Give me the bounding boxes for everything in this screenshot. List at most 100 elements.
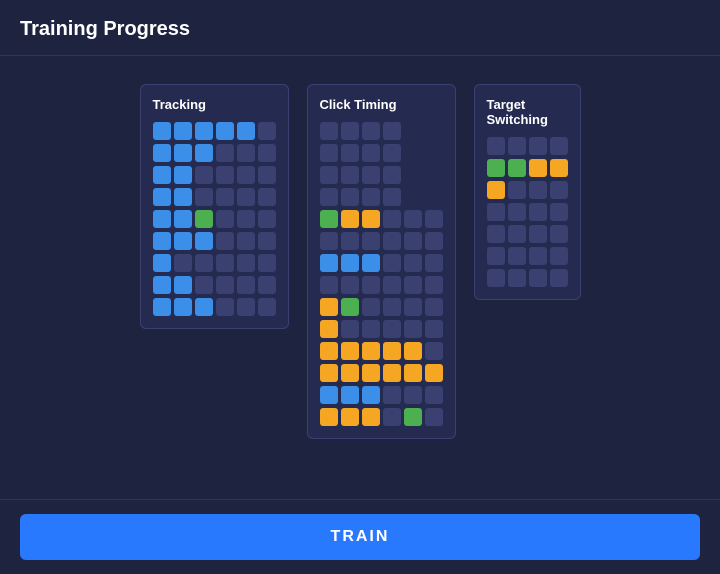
- cell-0-5: [258, 122, 276, 140]
- cell-10-3: [383, 342, 401, 360]
- cell-10-1: [341, 342, 359, 360]
- cell-2-5: [258, 166, 276, 184]
- cell-6-0: [320, 254, 338, 272]
- cell-4-0: [153, 210, 171, 228]
- cell-2-3: [216, 166, 234, 184]
- cell-13-4: [404, 408, 422, 426]
- cell-11-3: [383, 364, 401, 382]
- cell-6-3: [383, 254, 401, 272]
- table-row: [320, 122, 443, 140]
- grid-target-switching: [487, 137, 568, 287]
- table-row: [320, 144, 443, 162]
- cell-4-2: [195, 210, 213, 228]
- cell-0-0: [487, 137, 505, 155]
- table-row: [320, 188, 443, 206]
- cell-8-5: [258, 298, 276, 316]
- train-button[interactable]: TRAIN: [20, 514, 700, 560]
- cell-1-0: [320, 144, 338, 162]
- cell-7-2: [195, 276, 213, 294]
- cell-4-1: [508, 225, 526, 243]
- table-row: [320, 276, 443, 294]
- cell-6-2: [362, 254, 380, 272]
- cell-12-5: [425, 386, 443, 404]
- cell-2-1: [341, 166, 359, 184]
- cell-1-0: [487, 159, 505, 177]
- cell-1-0: [153, 144, 171, 162]
- cell-7-3: [216, 276, 234, 294]
- cell-1-1: [341, 144, 359, 162]
- cell-3-0: [153, 188, 171, 206]
- cell-1-3: [216, 144, 234, 162]
- table-row: [153, 144, 276, 162]
- cell-5-2: [195, 232, 213, 250]
- cell-11-1: [341, 364, 359, 382]
- cell-6-3: [550, 269, 568, 287]
- cell-11-4: [404, 364, 422, 382]
- cell-5-5: [258, 232, 276, 250]
- grid-click-timing: [320, 122, 443, 426]
- cell-6-1: [341, 254, 359, 272]
- cell-3-2: [362, 188, 380, 206]
- cell-11-0: [320, 364, 338, 382]
- cell-9-0: [320, 320, 338, 338]
- cell-1-5: [258, 144, 276, 162]
- cell-6-1: [174, 254, 192, 272]
- cell-3-3: [216, 188, 234, 206]
- cell-8-1: [174, 298, 192, 316]
- table-row: [153, 298, 276, 316]
- cell-2-2: [529, 181, 547, 199]
- cell-3-1: [174, 188, 192, 206]
- table-row: [320, 342, 443, 360]
- cell-3-0: [320, 188, 338, 206]
- cell-3-1: [508, 203, 526, 221]
- cell-4-0: [487, 225, 505, 243]
- cell-4-3: [216, 210, 234, 228]
- cell-6-0: [153, 254, 171, 272]
- cell-13-2: [362, 408, 380, 426]
- cell-5-0: [487, 247, 505, 265]
- cell-5-3: [550, 247, 568, 265]
- cell-3-3: [550, 203, 568, 221]
- cell-4-5: [425, 210, 443, 228]
- cell-10-4: [404, 342, 422, 360]
- cell-7-3: [383, 276, 401, 294]
- cell-0-3: [216, 122, 234, 140]
- cell-3-4: [237, 188, 255, 206]
- cell-7-5: [425, 276, 443, 294]
- panel-tracking: Tracking: [140, 84, 289, 329]
- cell-8-3: [383, 298, 401, 316]
- table-row: [320, 386, 443, 404]
- cell-8-0: [320, 298, 338, 316]
- cell-5-4: [404, 232, 422, 250]
- cell-4-1: [341, 210, 359, 228]
- table-row: [320, 166, 443, 184]
- cell-5-1: [341, 232, 359, 250]
- cell-4-2: [529, 225, 547, 243]
- cell-4-2: [362, 210, 380, 228]
- cell-0-3: [550, 137, 568, 155]
- cell-3-1: [341, 188, 359, 206]
- cell-5-4: [237, 232, 255, 250]
- cell-6-0: [487, 269, 505, 287]
- cell-8-4: [237, 298, 255, 316]
- cell-12-0: [320, 386, 338, 404]
- cell-5-5: [425, 232, 443, 250]
- cell-0-4: [237, 122, 255, 140]
- cell-5-1: [174, 232, 192, 250]
- cell-0-1: [174, 122, 192, 140]
- table-row: [153, 232, 276, 250]
- table-row: [487, 159, 568, 177]
- panel-target-switching: TargetSwitching: [474, 84, 581, 300]
- cell-5-0: [153, 232, 171, 250]
- cell-2-2: [195, 166, 213, 184]
- cell-9-3: [383, 320, 401, 338]
- main-content: TrackingClick TimingTargetSwitching: [0, 56, 720, 499]
- cell-2-1: [174, 166, 192, 184]
- table-row: [153, 188, 276, 206]
- table-row: [487, 247, 568, 265]
- cell-1-3: [550, 159, 568, 177]
- cell-4-3: [383, 210, 401, 228]
- cell-8-1: [341, 298, 359, 316]
- cell-3-2: [195, 188, 213, 206]
- table-row: [153, 166, 276, 184]
